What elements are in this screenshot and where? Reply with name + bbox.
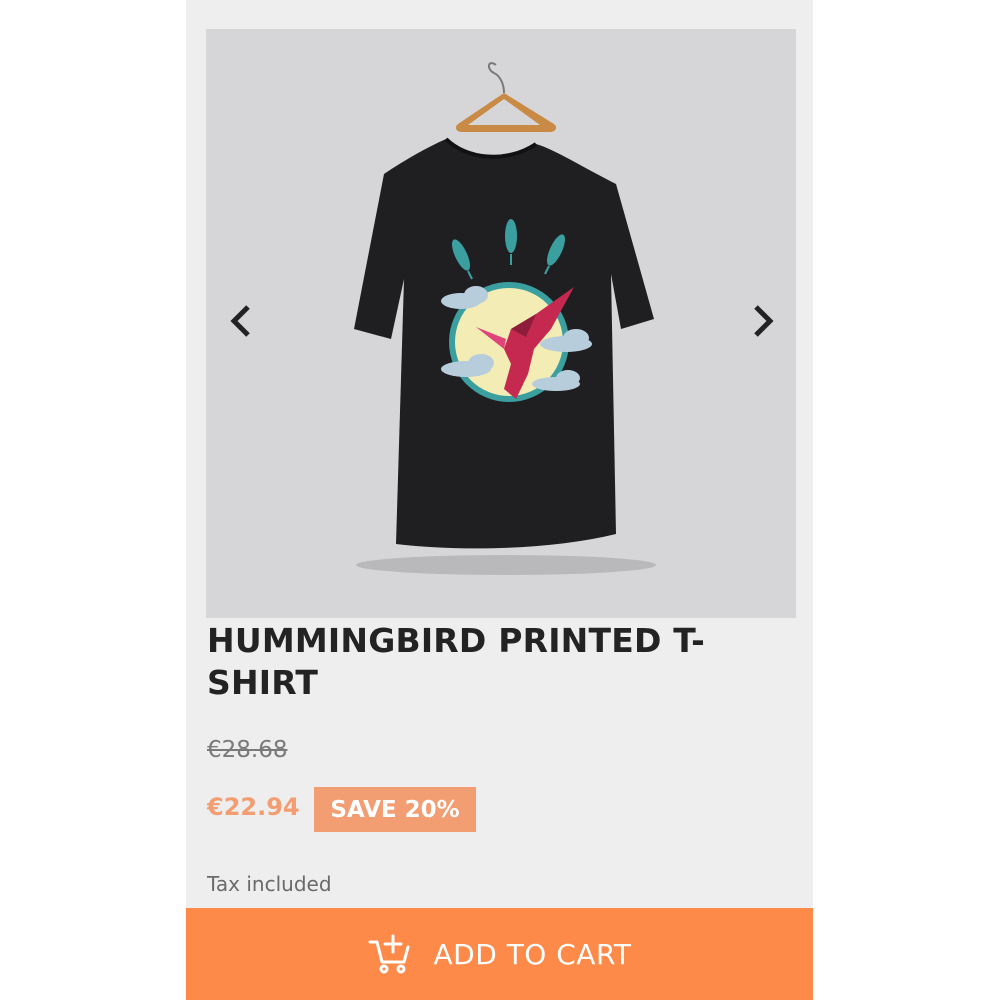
product-image <box>354 62 656 575</box>
chevron-left-icon <box>230 305 250 337</box>
current-price: €22.94 <box>207 793 300 821</box>
product-title: HUMMINGBIRD PRINTED T-SHIRT <box>207 621 705 702</box>
product-image-gallery <box>206 29 796 618</box>
tax-label: Tax included <box>207 872 332 896</box>
discount-badge: SAVE 20% <box>314 787 476 832</box>
add-to-cart-button[interactable]: ADD TO CART <box>186 908 813 1000</box>
next-image-button[interactable] <box>733 281 793 361</box>
chevron-right-icon <box>754 305 774 337</box>
product-card: HUMMINGBIRD PRINTED T-SHIRT €28.68 €22.9… <box>186 0 813 1000</box>
regular-price: €28.68 <box>207 737 288 763</box>
previous-image-button[interactable] <box>211 281 271 361</box>
add-to-cart-label: ADD TO CART <box>433 937 632 971</box>
add-to-cart-icon <box>368 934 410 974</box>
